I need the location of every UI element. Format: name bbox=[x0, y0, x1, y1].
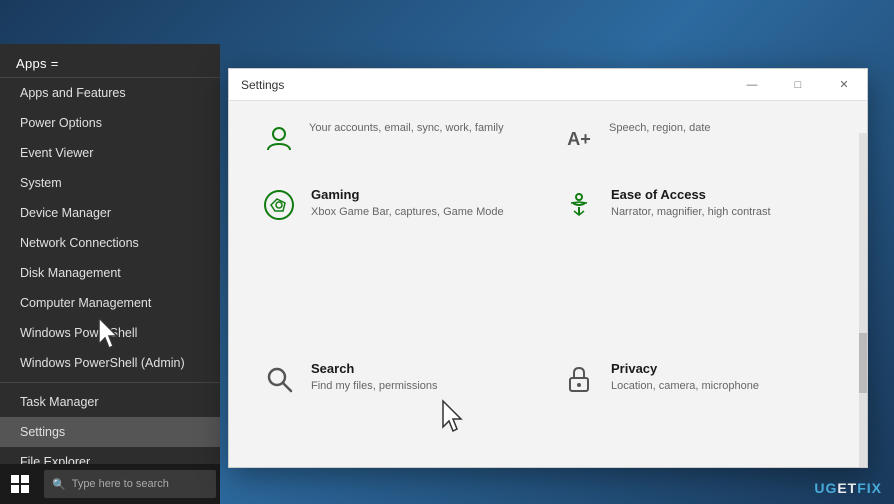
start-menu: Apps = Apps and Features Power Options E… bbox=[0, 44, 220, 504]
settings-content: Your accounts, email, sync, work, family… bbox=[229, 101, 867, 467]
menu-item-system[interactable]: System bbox=[0, 168, 220, 198]
settings-item-language-partial[interactable]: A+ Speech, region, date bbox=[549, 111, 847, 171]
search-icon: 🔍 bbox=[52, 478, 66, 491]
menu-item-powershell[interactable]: Windows PowerShell bbox=[0, 318, 220, 348]
menu-item-disk-management[interactable]: Disk Management bbox=[0, 258, 220, 288]
watermark: UGETFIX bbox=[814, 480, 882, 496]
accounts-desc: Your accounts, email, sync, work, family bbox=[309, 121, 535, 136]
menu-item-device-manager[interactable]: Device Manager bbox=[0, 198, 220, 228]
settings-item-gaming[interactable]: Gaming Xbox Game Bar, captures, Game Mod… bbox=[249, 173, 547, 345]
language-text: Speech, region, date bbox=[609, 121, 835, 136]
windows-logo-icon bbox=[11, 475, 29, 493]
menu-item-event-viewer[interactable]: Event Viewer bbox=[0, 138, 220, 168]
menu-item-computer-management[interactable]: Computer Management bbox=[0, 288, 220, 318]
menu-item-network-connections[interactable]: Network Connections bbox=[0, 228, 220, 258]
ease-text: Ease of Access Narrator, magnifier, high… bbox=[611, 187, 835, 220]
gaming-desc: Xbox Game Bar, captures, Game Mode bbox=[311, 205, 535, 220]
privacy-text: Privacy Location, camera, microphone bbox=[611, 361, 835, 394]
gaming-title: Gaming bbox=[311, 187, 535, 202]
ease-desc: Narrator, magnifier, high contrast bbox=[611, 205, 835, 220]
taskbar-search-box[interactable]: 🔍 Type here to search bbox=[44, 470, 216, 498]
settings-top-row: Your accounts, email, sync, work, family… bbox=[249, 111, 847, 171]
search-placeholder: Type here to search bbox=[72, 478, 169, 490]
settings-item-privacy[interactable]: Privacy Location, camera, microphone bbox=[549, 347, 847, 467]
accounts-icon bbox=[261, 121, 297, 157]
language-desc: Speech, region, date bbox=[609, 121, 835, 136]
language-icon: A+ bbox=[561, 121, 597, 157]
menu-item-settings[interactable]: Settings bbox=[0, 417, 220, 447]
start-menu-header: Apps = bbox=[0, 44, 220, 78]
watermark-g: G bbox=[825, 480, 837, 496]
start-button[interactable] bbox=[0, 464, 40, 504]
menu-item-power-options[interactable]: Power Options bbox=[0, 108, 220, 138]
gaming-icon bbox=[261, 187, 297, 223]
menu-item-powershell-admin[interactable]: Windows PowerShell (Admin) bbox=[0, 348, 220, 378]
close-button[interactable]: ✕ bbox=[821, 69, 867, 101]
scrollbar[interactable] bbox=[859, 133, 867, 467]
settings-item-ease-of-access[interactable]: Ease of Access Narrator, magnifier, high… bbox=[549, 173, 847, 345]
watermark-u: U bbox=[814, 480, 825, 496]
gaming-text: Gaming Xbox Game Bar, captures, Game Mod… bbox=[311, 187, 535, 220]
window-controls: — □ ✕ bbox=[729, 69, 867, 101]
search-title: Search bbox=[311, 361, 535, 376]
window-titlebar: Settings — □ ✕ bbox=[229, 69, 867, 101]
menu-item-apps-features[interactable]: Apps and Features bbox=[0, 78, 220, 108]
desktop: Apps = Apps and Features Power Options E… bbox=[0, 0, 894, 504]
taskbar: 🔍 Type here to search bbox=[0, 464, 220, 504]
maximize-button[interactable]: □ bbox=[775, 69, 821, 101]
minimize-button[interactable]: — bbox=[729, 69, 775, 101]
privacy-title: Privacy bbox=[611, 361, 835, 376]
menu-item-task-manager[interactable]: Task Manager bbox=[0, 387, 220, 417]
accounts-text: Your accounts, email, sync, work, family bbox=[309, 121, 535, 136]
watermark-fix: FIX bbox=[857, 480, 882, 496]
apps-label: Apps = bbox=[16, 56, 59, 71]
watermark-et: ET bbox=[837, 480, 857, 496]
ease-of-access-icon bbox=[561, 187, 597, 223]
scrollbar-thumb[interactable] bbox=[859, 333, 867, 393]
settings-grid: Gaming Xbox Game Bar, captures, Game Mod… bbox=[249, 173, 847, 467]
settings-window: Settings — □ ✕ Your account bbox=[228, 68, 868, 468]
ease-title: Ease of Access bbox=[611, 187, 835, 202]
menu-divider-1 bbox=[0, 382, 220, 383]
window-title: Settings bbox=[241, 78, 284, 92]
search-settings-icon bbox=[261, 361, 297, 397]
settings-item-accounts-partial[interactable]: Your accounts, email, sync, work, family bbox=[249, 111, 547, 171]
settings-item-search[interactable]: Search Find my files, permissions bbox=[249, 347, 547, 467]
start-menu-items: Apps and Features Power Options Event Vi… bbox=[0, 78, 220, 504]
search-desc: Find my files, permissions bbox=[311, 379, 535, 394]
privacy-desc: Location, camera, microphone bbox=[611, 379, 835, 394]
search-text: Search Find my files, permissions bbox=[311, 361, 535, 394]
privacy-icon bbox=[561, 361, 597, 397]
